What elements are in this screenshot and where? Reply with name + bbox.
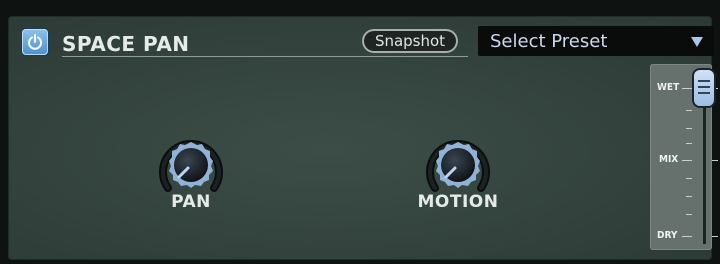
header-divider [62,56,468,57]
power-button[interactable] [22,29,48,55]
mix-wet-label: WET [657,82,680,93]
mix-fader-handle[interactable] [694,70,714,106]
mix-mid-label: MIX [659,154,679,165]
dropdown-arrow-icon [691,37,703,47]
plugin-title: SPACE PAN [62,32,190,56]
power-icon [28,34,42,50]
preset-dropdown[interactable]: Select Preset [478,26,714,56]
mix-fader-track[interactable] [703,82,706,244]
preset-label: Select Preset [490,31,608,52]
pan-label: PAN [171,192,211,212]
motion-label: MOTION [417,192,499,212]
mix-dry-label: DRY [657,230,678,241]
plugin-window: SPACE PAN Snapshot Select Preset PAN MOT… [0,0,720,264]
snapshot-button[interactable]: Snapshot [362,29,458,53]
